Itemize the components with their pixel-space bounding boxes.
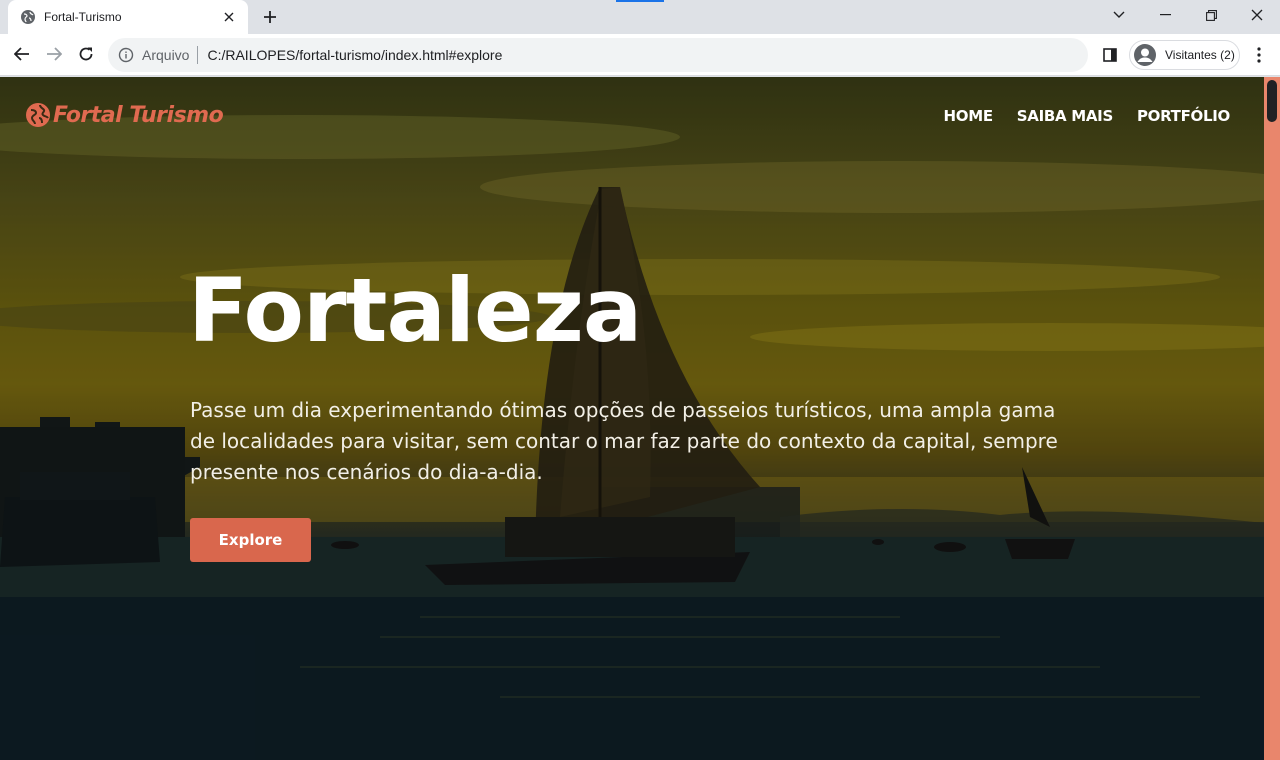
chevron-down-icon (1113, 11, 1125, 18)
back-button[interactable] (7, 39, 37, 69)
hero-text: Passe um dia experimentando ótimas opçõe… (190, 398, 1058, 484)
arrow-right-icon (47, 47, 62, 61)
profile-button[interactable]: Visitantes (2) (1129, 40, 1240, 70)
browser-tab[interactable]: Fortal-Turismo (8, 0, 248, 34)
restore-button[interactable] (1188, 0, 1234, 30)
scheme-label: Arquivo (142, 47, 190, 63)
globe-icon (20, 9, 36, 25)
reload-button[interactable] (71, 39, 101, 69)
page-viewport: Fortal Turismo HOME SAIBA MAIS PORTFÓLIO… (0, 77, 1280, 760)
brand-name: Fortal Turismo (53, 102, 224, 128)
tab-strip: Fortal-Turismo (0, 0, 1280, 34)
minimize-icon (1159, 14, 1171, 16)
url-text[interactable]: C:/RAILOPES/fortal-turismo/index.html#ex… (207, 47, 502, 63)
omnibox-divider (197, 46, 199, 64)
side-panel-button[interactable] (1098, 43, 1122, 67)
plus-icon (264, 11, 276, 23)
new-tab-button[interactable] (258, 6, 282, 28)
reload-icon (79, 47, 93, 61)
tab-search-button[interactable] (1096, 0, 1142, 30)
hero-headline: Fortaleza (188, 259, 642, 362)
brand-logo[interactable]: Fortal Turismo (25, 102, 224, 128)
tab-indicator (616, 0, 664, 2)
forward-button[interactable] (39, 39, 69, 69)
kebab-menu-icon (1257, 47, 1261, 63)
close-icon (1251, 9, 1263, 21)
restore-icon (1205, 9, 1217, 21)
close-window-button[interactable] (1234, 0, 1280, 30)
tab-title: Fortal-Turismo (44, 10, 122, 24)
browser-toolbar: Arquivo C:/RAILOPES/fortal-turismo/index… (0, 34, 1280, 76)
minimize-button[interactable] (1142, 0, 1188, 30)
nav-link-portfolio[interactable]: PORTFÓLIO (1137, 107, 1230, 125)
info-icon[interactable] (118, 47, 134, 63)
profile-label: Visitantes (2) (1165, 48, 1235, 62)
scrollbar-thumb[interactable] (1267, 80, 1277, 122)
nav-link-home[interactable]: HOME (943, 107, 993, 125)
browser-menu-button[interactable] (1248, 43, 1270, 67)
hero-section: Fortal Turismo HOME SAIBA MAIS PORTFÓLIO… (0, 77, 1264, 760)
tab-close-icon[interactable] (220, 8, 238, 26)
nav-link-saiba-mais[interactable]: SAIBA MAIS (1017, 107, 1113, 125)
side-panel-icon (1103, 48, 1117, 62)
page-scrollbar[interactable] (1264, 77, 1280, 760)
avatar-icon (1133, 43, 1157, 67)
arrow-left-icon (14, 47, 29, 61)
explore-button[interactable]: Explore (190, 518, 311, 562)
main-nav: HOME SAIBA MAIS PORTFÓLIO (943, 107, 1230, 125)
globe-icon (25, 102, 51, 128)
address-bar[interactable]: Arquivo C:/RAILOPES/fortal-turismo/index… (108, 38, 1088, 72)
